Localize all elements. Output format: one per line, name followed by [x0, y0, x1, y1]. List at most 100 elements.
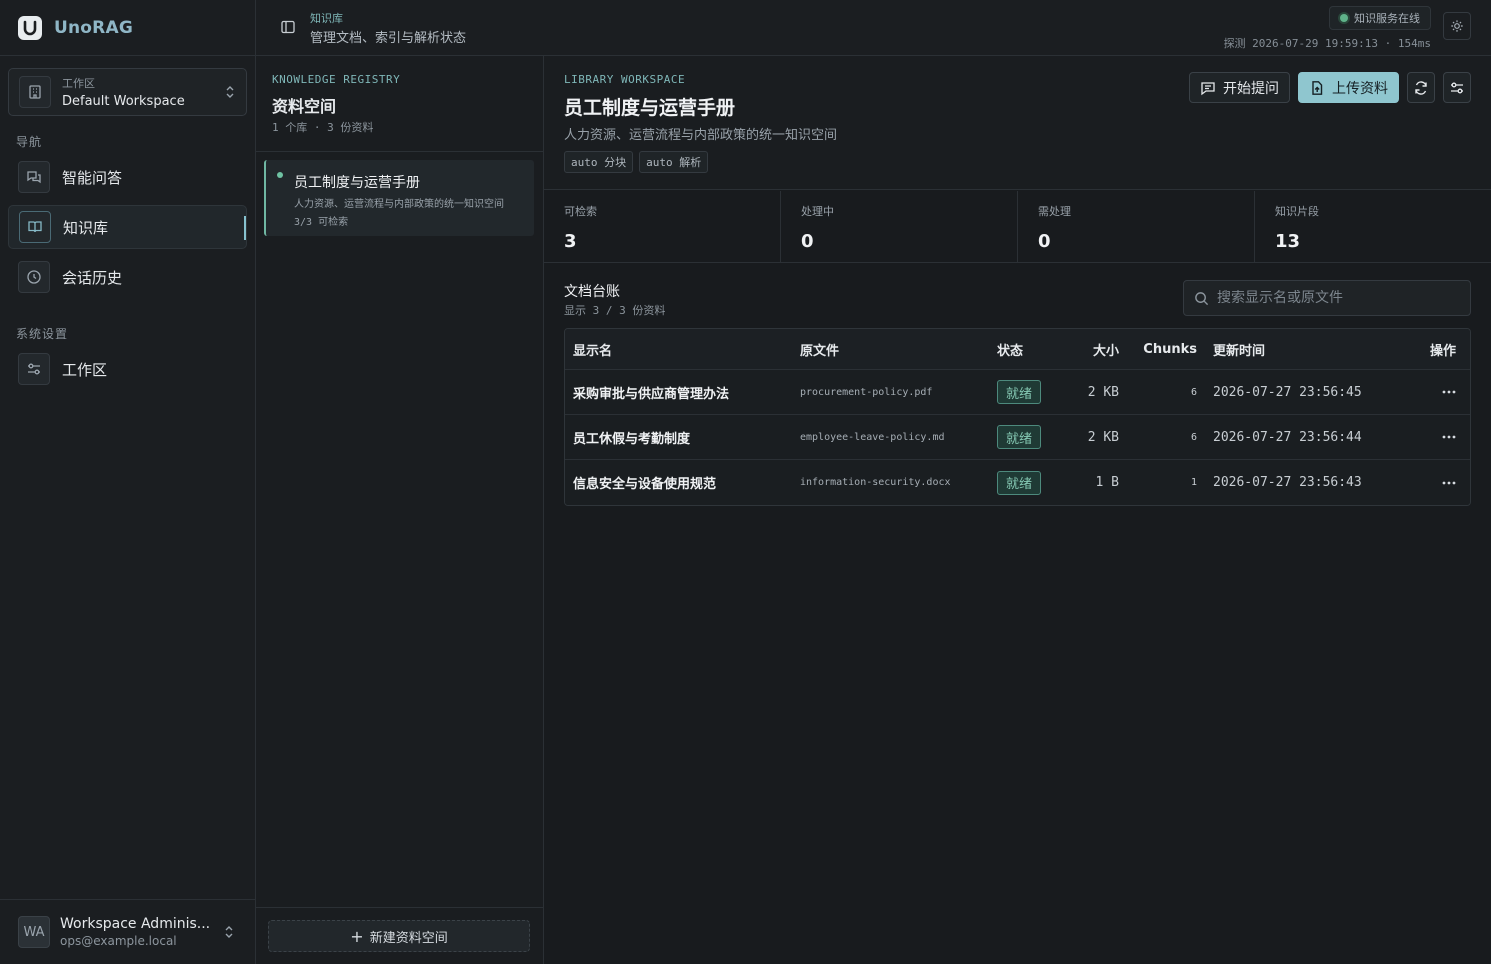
table-header: 显示名 原文件 状态 大小 Chunks 更新时间 操作: [565, 329, 1470, 370]
more-actions-button[interactable]: [1442, 370, 1456, 414]
panel-toggle-icon[interactable]: [280, 19, 296, 35]
upload-label: 上传资料: [1332, 80, 1388, 97]
library-count: 3/3 可检索: [294, 217, 349, 228]
doc-updated: 2026-07-27 23:56:45: [1213, 384, 1362, 400]
library-tags: auto 分块 auto 解析: [564, 151, 709, 173]
documents-meta: 显示 3 / 3 份资料: [564, 304, 666, 317]
status-badge: 就绪: [997, 380, 1042, 404]
registry-panel: KNOWLEDGE REGISTRY 资料空间 1 个库 · 3 份资料 员工制…: [256, 56, 544, 964]
user-email: ops@example.local: [60, 934, 177, 948]
sliders-icon: [18, 353, 50, 385]
library-description: 人力资源、运营流程与内部政策的统一知识空间: [294, 199, 504, 210]
column-header-file[interactable]: 原文件: [800, 329, 839, 369]
nav-item-workspace-settings[interactable]: 工作区: [8, 347, 247, 391]
doc-chunks: 1: [1190, 477, 1197, 488]
theme-toggle-button[interactable]: [1443, 12, 1471, 40]
doc-size: 1 B: [1095, 475, 1119, 490]
doc-chunks: 6: [1190, 431, 1197, 443]
column-header-ops: 操作: [1429, 343, 1456, 359]
documents-table: 显示名 原文件 状态 大小 Chunks 更新时间 操作 采购审批与供应商管理办…: [564, 328, 1471, 506]
registry-eyebrow: KNOWLEDGE REGISTRY: [272, 73, 401, 86]
library-settings-button[interactable]: [1443, 72, 1471, 103]
table-row[interactable]: 采购审批与供应商管理办法 procurement-policy.pdf 就绪 2…: [565, 370, 1470, 415]
breadcrumb[interactable]: 知识库: [310, 10, 343, 26]
more-actions-button[interactable]: [1442, 415, 1456, 459]
building-icon: [19, 76, 51, 108]
doc-file: employee-leave-policy.md: [800, 431, 945, 443]
new-library-label: 新建资料空间: [369, 930, 448, 946]
stat-value: 0: [801, 231, 814, 252]
clock-icon: [18, 261, 50, 293]
topbar: 知识库 管理文档、索引与解析状态 知识服务在线 探测 2026-07-29 19…: [256, 0, 1491, 56]
column-header-updated[interactable]: 更新时间: [1213, 329, 1265, 369]
stat-searchable: 可检索 3: [544, 191, 781, 262]
stat-value: 3: [564, 231, 577, 252]
column-header-chunks[interactable]: Chunks: [1143, 329, 1197, 369]
refresh-button[interactable]: [1407, 72, 1435, 103]
settings-section-title: 系统设置: [16, 327, 69, 341]
doc-name: 采购审批与供应商管理办法: [573, 386, 730, 402]
library-subtitle: 人力资源、运营流程与内部政策的统一知识空间: [564, 128, 838, 143]
stat-label: 处理中: [801, 205, 834, 218]
user-name: Workspace Adminis...: [60, 916, 211, 932]
library-actions: 开始提问 上传资料: [1189, 72, 1471, 103]
chevron-updown-icon: [223, 924, 235, 940]
workspace-switcher[interactable]: 工作区 Default Workspace: [8, 68, 247, 116]
nav-item-chat[interactable]: 智能问答: [8, 155, 247, 199]
refresh-icon: [1413, 80, 1429, 96]
more-horizontal-icon: [1442, 481, 1456, 485]
doc-updated: 2026-07-27 23:56:43: [1213, 475, 1362, 490]
user-menu[interactable]: WA Workspace Adminis... ops@example.loca…: [0, 899, 255, 964]
more-actions-button[interactable]: [1442, 460, 1456, 505]
library-header: LIBRARY WORKSPACE 员工制度与运营手册 人力资源、运营流程与内部…: [544, 56, 1491, 190]
table-row[interactable]: 员工休假与考勤制度 employee-leave-policy.md 就绪 2 …: [565, 415, 1470, 460]
table-row[interactable]: 信息安全与设备使用规范 information-security.docx 就绪…: [565, 460, 1470, 505]
workspace-label: 工作区: [62, 77, 95, 90]
registry-meta: 1 个库 · 3 份资料: [272, 121, 374, 134]
stats-strip: 可检索 3 处理中 0 需处理 0 知识片段 13: [544, 191, 1491, 263]
stat-value: 0: [1038, 231, 1051, 252]
nav-label: 知识库: [63, 218, 109, 237]
start-ask-button[interactable]: 开始提问: [1189, 72, 1290, 103]
active-dot-icon: [277, 172, 283, 178]
doc-chunks: 6: [1190, 386, 1197, 398]
column-header-size[interactable]: 大小: [1071, 329, 1119, 369]
nav-item-knowledge[interactable]: 知识库: [8, 205, 247, 249]
divider: [256, 907, 543, 908]
doc-file: information-security.docx: [800, 477, 951, 488]
library-eyebrow: LIBRARY WORKSPACE: [564, 73, 686, 86]
sliders-icon: [1449, 80, 1465, 96]
stat-label: 需处理: [1038, 205, 1071, 218]
file-upload-icon: [1309, 80, 1332, 96]
library-card[interactable]: 员工制度与运营手册 人力资源、运营流程与内部政策的统一知识空间 3/3 可检索: [264, 160, 534, 236]
service-status-text: 知识服务在线: [1354, 12, 1420, 25]
nav-label: 智能问答: [62, 168, 123, 187]
sun-icon: [1450, 19, 1464, 33]
brand[interactable]: UnoRAG: [0, 0, 255, 56]
nav-item-history[interactable]: 会话历史: [8, 255, 247, 299]
registry-title: 资料空间: [272, 97, 337, 116]
service-status-badge: 知识服务在线: [1329, 6, 1431, 30]
doc-size: 2 KB: [1087, 384, 1119, 400]
column-header-name[interactable]: 显示名: [573, 329, 612, 369]
doc-file: procurement-policy.pdf: [800, 386, 933, 398]
status-badge: 就绪: [997, 470, 1042, 495]
parsing-tag: auto 解析: [639, 151, 709, 173]
document-search: [1183, 280, 1471, 316]
stat-needs-action: 需处理 0: [1018, 191, 1255, 262]
page-subtitle: 管理文档、索引与解析状态: [310, 31, 467, 46]
new-library-button[interactable]: + 新建资料空间: [268, 920, 530, 952]
more-horizontal-icon: [1442, 435, 1456, 439]
doc-status: 就绪: [997, 460, 1042, 505]
chat-icon: [18, 161, 50, 193]
search-input[interactable]: [1217, 290, 1457, 306]
start-ask-label: 开始提问: [1223, 80, 1279, 97]
stat-chunks: 知识片段 13: [1255, 191, 1491, 262]
divider: [256, 151, 543, 152]
doc-name: 信息安全与设备使用规范: [573, 477, 717, 492]
column-header-status[interactable]: 状态: [997, 329, 1023, 369]
doc-status: 就绪: [997, 415, 1042, 459]
nav-section-title: 导航: [16, 135, 43, 149]
upload-button[interactable]: 上传资料: [1298, 72, 1399, 103]
chunking-tag: auto 分块: [564, 151, 634, 173]
